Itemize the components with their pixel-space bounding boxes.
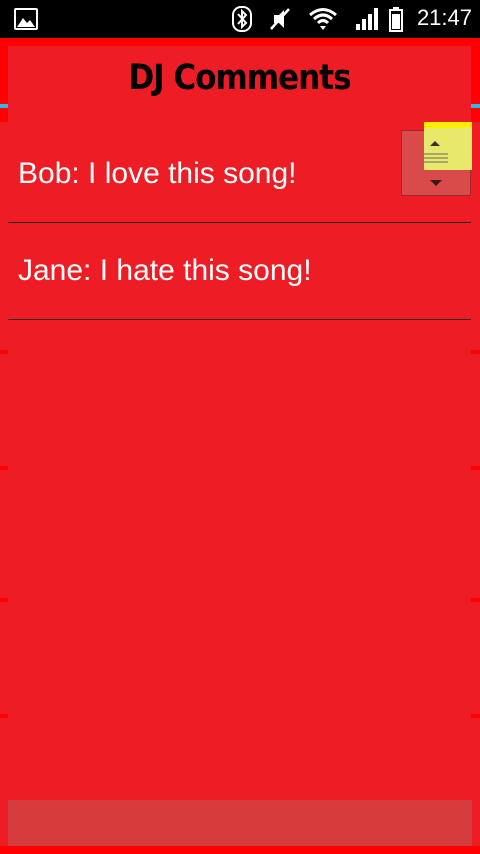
wifi-icon: [309, 8, 337, 30]
status-bar: 21:47: [0, 0, 480, 38]
signal-icon: [356, 8, 378, 30]
gallery-icon: [14, 8, 38, 30]
battery-icon: [389, 7, 403, 32]
clock: 21:47: [416, 5, 472, 30]
scroll-grip-icon: [424, 141, 448, 163]
dialog-title: DJ Comments: [128, 57, 351, 99]
background-accent-line: [471, 104, 480, 108]
comment-list-item[interactable]: Jane: I hate this song!: [8, 222, 471, 320]
bluetooth-icon: [232, 6, 252, 32]
mute-icon: [270, 8, 290, 30]
background-bottom-bar: [8, 800, 472, 846]
scroll-thumb[interactable]: [424, 122, 472, 170]
comment-text: Bob: I love this song!: [18, 157, 297, 190]
background-accent-line: [0, 104, 8, 108]
comment-text: Jane: I hate this song!: [18, 254, 312, 287]
